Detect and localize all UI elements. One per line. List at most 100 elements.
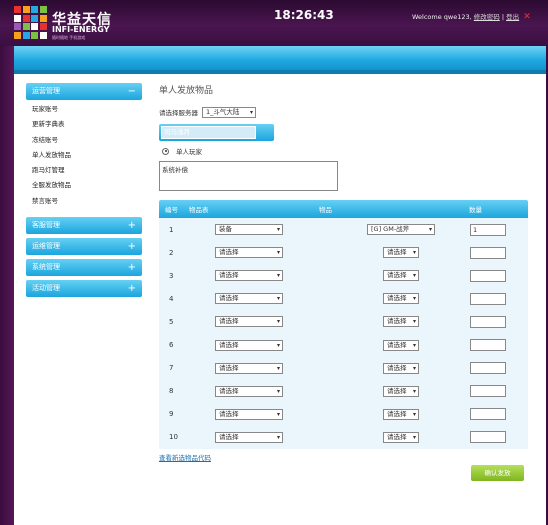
table-row: 3 请选择 ▾ 请选择 ▾ bbox=[159, 264, 528, 288]
quantity-input[interactable]: 1 bbox=[470, 223, 506, 236]
radio-button[interactable] bbox=[162, 147, 169, 155]
quantity-input[interactable] bbox=[470, 408, 506, 421]
sidebar-item-marquee[interactable]: 跑马灯管理 bbox=[26, 163, 142, 178]
cell-item: 请选择 ▾ bbox=[335, 247, 467, 259]
item-table-select[interactable]: 请选择 ▾ bbox=[215, 408, 283, 420]
page-title: 单人发放物品 bbox=[159, 86, 214, 96]
item-select[interactable]: 请选择 ▾ bbox=[383, 431, 419, 443]
cell-item-table: 请选择 ▾ bbox=[215, 270, 335, 282]
item-table-select[interactable]: 装备 ▾ bbox=[215, 224, 283, 236]
chevron-down-icon: ▾ bbox=[412, 387, 416, 395]
item-table-select[interactable]: 请选择 ▾ bbox=[215, 431, 283, 443]
quantity-input[interactable] bbox=[470, 315, 506, 328]
player-name-field[interactable]: 司马浅月 bbox=[161, 126, 256, 139]
confirm-grant-button[interactable]: 确认发放 bbox=[471, 465, 524, 481]
header-item: 物品 bbox=[319, 206, 332, 214]
menu-group-events[interactable]: 活动管理 + bbox=[26, 280, 142, 298]
quantity-input[interactable] bbox=[470, 269, 506, 282]
reason-textarea[interactable]: 系统补偿 bbox=[159, 161, 338, 191]
chevron-down-icon: ▾ bbox=[276, 433, 280, 441]
quantity-input[interactable] bbox=[470, 362, 506, 375]
quantity-input[interactable] bbox=[470, 431, 506, 444]
sidebar-item-mute-account[interactable]: 禁言账号 bbox=[26, 194, 142, 209]
logo-tile bbox=[31, 31, 38, 39]
cell-qty bbox=[467, 362, 528, 375]
clock: 18:26:43 bbox=[274, 8, 334, 22]
user-info: Welcome qwe123, 修改密码 | 登出 ✕ bbox=[412, 11, 531, 22]
sidebar-item-freeze-account[interactable]: 冻结账号 bbox=[26, 133, 142, 148]
item-select[interactable]: [G] GM-战斧 ▾ bbox=[367, 224, 435, 236]
menu-group-label: 系统管理 bbox=[32, 263, 60, 272]
chevron-down-icon: ▾ bbox=[276, 318, 280, 326]
close-icon[interactable]: ✕ bbox=[523, 12, 531, 22]
expand-icon[interactable]: + bbox=[128, 280, 136, 297]
item-select[interactable]: 请选择 ▾ bbox=[383, 362, 419, 374]
select-value: 请选择 bbox=[219, 432, 239, 441]
logout-link[interactable]: 登出 bbox=[506, 13, 519, 21]
quantity-input[interactable] bbox=[470, 339, 506, 352]
cell-item: 请选择 ▾ bbox=[335, 293, 467, 305]
sidebar-item-update-dictionary[interactable]: 更新字典表 bbox=[26, 117, 142, 132]
item-table-select[interactable]: 请选择 ▾ bbox=[215, 362, 283, 374]
select-value: 请选择 bbox=[387, 271, 407, 280]
logo-tile bbox=[31, 6, 38, 13]
select-value: 请选择 bbox=[219, 386, 239, 395]
item-table-select[interactable]: 请选择 ▾ bbox=[215, 293, 283, 305]
item-table-select[interactable]: 请选择 ▾ bbox=[215, 247, 283, 259]
item-select[interactable]: 请选择 ▾ bbox=[383, 316, 419, 328]
menu-group-system[interactable]: 系统管理 + bbox=[26, 259, 142, 277]
quantity-input[interactable] bbox=[470, 385, 506, 398]
logo-tile bbox=[14, 23, 21, 30]
select-value: 请选择 bbox=[219, 271, 239, 280]
item-table: 编号 物品表 物品 数量 1 装备 ▾ [G] GM-战斧 ▾ 1 2 请选择 ▾ 请选择 ▾ 3 请选… bbox=[159, 200, 528, 449]
select-value: 请选择 bbox=[219, 294, 239, 303]
cell-qty bbox=[467, 385, 528, 398]
chevron-down-icon: ▾ bbox=[276, 295, 280, 303]
sidebar-item-player-account[interactable]: 玩家账号 bbox=[26, 102, 142, 117]
item-select[interactable]: 请选择 ▾ bbox=[383, 339, 419, 351]
select-value: 请选择 bbox=[387, 386, 407, 395]
item-table-select[interactable]: 请选择 ▾ bbox=[215, 316, 283, 328]
table-header: 编号 物品表 物品 数量 bbox=[159, 200, 528, 218]
collapse-icon[interactable]: − bbox=[128, 83, 136, 100]
quantity-input[interactable] bbox=[470, 246, 506, 259]
select-value: 请选择 bbox=[219, 409, 239, 418]
item-select[interactable]: 请选择 ▾ bbox=[383, 247, 419, 259]
chevron-down-icon: ▾ bbox=[276, 341, 280, 349]
change-password-link[interactable]: 修改密码 bbox=[474, 13, 500, 21]
chevron-down-icon: ▾ bbox=[276, 249, 280, 257]
select-value: 请选择 bbox=[219, 248, 239, 257]
select-value: 请选择 bbox=[387, 248, 407, 257]
item-select[interactable]: 请选择 ▾ bbox=[383, 408, 419, 420]
row-number: 2 bbox=[169, 248, 174, 257]
sidebar-item-server-item-grant[interactable]: 全服发放物品 bbox=[26, 178, 142, 193]
expand-icon[interactable]: + bbox=[128, 238, 136, 255]
logo-tile bbox=[14, 6, 21, 13]
item-table-select[interactable]: 请选择 ▾ bbox=[215, 385, 283, 397]
menu-group-maintenance[interactable]: 运维管理 + bbox=[26, 238, 142, 256]
cell-item-table: 装备 ▾ bbox=[215, 224, 335, 236]
menu-group-operations[interactable]: 运营管理 − bbox=[26, 83, 142, 100]
cell-item: 请选择 ▾ bbox=[335, 316, 467, 328]
server-row: 请选择服务器 1_斗气大陆 ▾ bbox=[159, 106, 528, 118]
sidebar-item-single-item-grant[interactable]: 单人发放物品 bbox=[26, 148, 142, 163]
expand-icon[interactable]: + bbox=[128, 217, 136, 234]
expand-icon[interactable]: + bbox=[128, 259, 136, 276]
chevron-down-icon: ▾ bbox=[412, 410, 416, 418]
view-item-codes-link[interactable]: 查看新选物品代码 bbox=[159, 452, 211, 462]
chevron-down-icon: ▾ bbox=[412, 341, 416, 349]
logo-tile bbox=[39, 14, 47, 22]
menu-group-customer-service[interactable]: 客服管理 + bbox=[26, 217, 142, 235]
item-select[interactable]: 请选择 ▾ bbox=[383, 293, 419, 305]
item-select[interactable]: 请选择 ▾ bbox=[383, 385, 419, 397]
item-select[interactable]: 请选择 ▾ bbox=[383, 270, 419, 282]
quantity-input[interactable] bbox=[470, 292, 506, 305]
row-number: 5 bbox=[169, 317, 174, 326]
select-value: 请选择 bbox=[387, 317, 407, 326]
logo-tile bbox=[31, 23, 38, 30]
item-table-select[interactable]: 请选择 ▾ bbox=[215, 339, 283, 351]
single-player-option[interactable]: 单人玩家 bbox=[159, 146, 528, 156]
server-select[interactable]: 1_斗气大陆 ▾ bbox=[202, 106, 256, 118]
row-number: 9 bbox=[169, 410, 174, 419]
item-table-select[interactable]: 请选择 ▾ bbox=[215, 270, 283, 282]
